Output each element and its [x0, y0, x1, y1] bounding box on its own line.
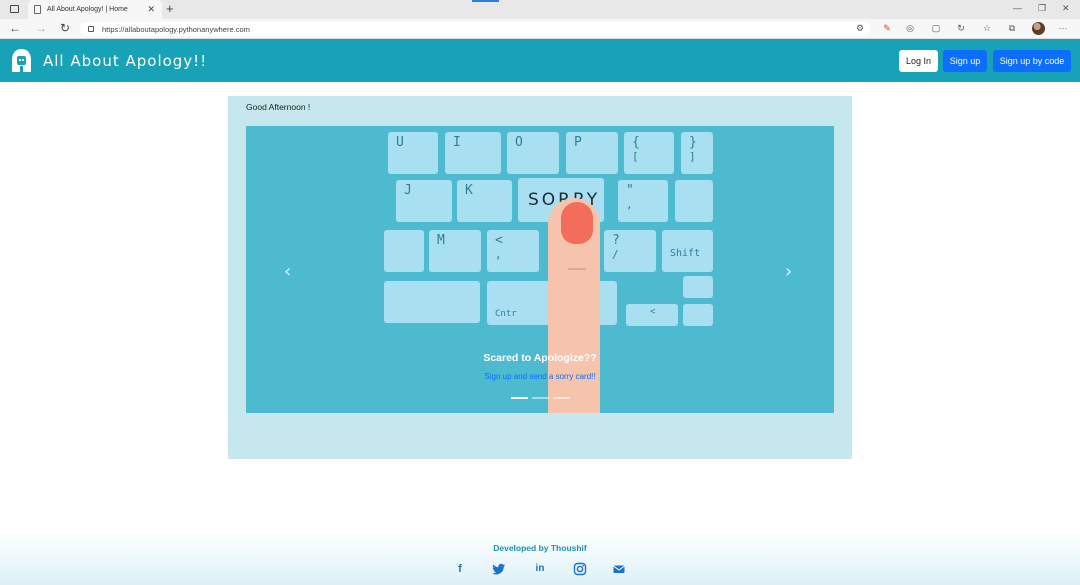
- instagram-icon[interactable]: [573, 562, 587, 576]
- hooded-figure-logo-icon[interactable]: [10, 48, 33, 73]
- close-window-icon[interactable]: ✕: [1062, 3, 1070, 14]
- sidebar-toggle-icon[interactable]: [10, 5, 19, 13]
- linkedin-icon[interactable]: in: [533, 562, 547, 576]
- key-up: [683, 276, 713, 298]
- signup-by-code-button[interactable]: Sign up by code: [993, 50, 1071, 72]
- carousel: U I O P {[ }] J K ", M <, ? / Shift Cntr …: [246, 126, 834, 413]
- key-k: K: [457, 180, 512, 222]
- carousel-indicator-1[interactable]: [511, 397, 528, 399]
- address-bar[interactable]: https://allaboutapology.pythonanywhere.c…: [80, 22, 870, 36]
- carousel-indicator-2[interactable]: [532, 397, 549, 399]
- refresh-extension-icon[interactable]: ↻: [956, 23, 966, 33]
- key-brace: {[: [624, 132, 674, 174]
- key-left: <: [626, 304, 678, 326]
- forward-icon[interactable]: →: [35, 21, 47, 35]
- key-space-left: [384, 281, 480, 323]
- extension-icon[interactable]: ✎: [882, 23, 892, 33]
- carousel-indicators: [511, 397, 570, 399]
- site-navbar: All About Apology!! Log In Sign up Sign …: [0, 39, 1080, 82]
- tab-title: All About Apology! | Home: [47, 6, 128, 13]
- slide-caption-link[interactable]: Sign up and send a sorry card!!: [246, 372, 834, 381]
- login-button[interactable]: Log In: [899, 50, 938, 72]
- reader-icon[interactable]: ▢: [931, 23, 941, 33]
- carousel-indicator-3[interactable]: [553, 397, 570, 399]
- footer-credit: Developed by Thoushif: [493, 543, 587, 553]
- key-u: U: [388, 132, 438, 174]
- url-text: https://allaboutapology.pythonanywhere.c…: [102, 24, 250, 34]
- signup-button[interactable]: Sign up: [943, 50, 987, 72]
- restore-icon[interactable]: ❐: [1038, 3, 1046, 14]
- browser-tab-strip: All About Apology! | Home ✕ + — ❐ ✕: [0, 0, 1080, 19]
- reload-icon[interactable]: ↻: [60, 21, 70, 35]
- key-o: O: [507, 132, 559, 174]
- brand-title[interactable]: All About Apology!!: [43, 52, 207, 70]
- key-j: J: [396, 180, 452, 222]
- key-p: P: [566, 132, 618, 174]
- favorites-icon[interactable]: ☆: [982, 23, 992, 33]
- key-lt: <,: [487, 230, 539, 272]
- twitter-icon[interactable]: [492, 562, 506, 576]
- carousel-prev-icon[interactable]: ‹: [284, 261, 291, 282]
- key-question: ? /: [604, 230, 656, 272]
- greeting-text: Good Afternoon !: [246, 102, 311, 112]
- facebook-icon[interactable]: f: [453, 562, 467, 576]
- key-m: M: [429, 230, 481, 272]
- key-quote: ",: [618, 180, 668, 222]
- key-blank-right: [675, 180, 713, 222]
- page-icon: [34, 5, 41, 14]
- envelope-icon[interactable]: [612, 562, 626, 576]
- translate-icon[interactable]: ◎: [905, 23, 915, 33]
- finger-crease: [568, 268, 586, 270]
- fingernail: [561, 202, 593, 244]
- menu-icon[interactable]: ···: [1058, 23, 1068, 33]
- browser-tab[interactable]: All About Apology! | Home ✕: [28, 0, 162, 19]
- key-shift: Shift: [662, 230, 713, 272]
- key-blank-left: [384, 230, 424, 272]
- lock-icon: [88, 26, 94, 32]
- carousel-next-icon[interactable]: ›: [785, 261, 792, 282]
- slide-caption-title: Scared to Apologize??: [483, 352, 597, 364]
- key-i: I: [445, 132, 501, 174]
- back-icon[interactable]: ←: [9, 21, 21, 35]
- site-footer: Developed by Thoushif f in: [0, 530, 1080, 585]
- site-settings-icon[interactable]: ⚙: [855, 23, 865, 33]
- collections-icon[interactable]: ⧉: [1007, 23, 1017, 33]
- tab-close-icon[interactable]: ✕: [147, 4, 155, 15]
- minimize-icon[interactable]: —: [1013, 3, 1022, 13]
- key-right: [683, 304, 713, 326]
- browser-toolbar: ← → ↻ https://allaboutapology.pythonanyw…: [0, 19, 1080, 39]
- profile-avatar[interactable]: [1032, 22, 1045, 35]
- new-tab-button[interactable]: +: [166, 1, 174, 16]
- window-drag-indicator: [472, 0, 499, 2]
- main-card: Good Afternoon ! U I O P {[ }] J K ", M …: [228, 96, 852, 459]
- key-bracket: }]: [681, 132, 713, 174]
